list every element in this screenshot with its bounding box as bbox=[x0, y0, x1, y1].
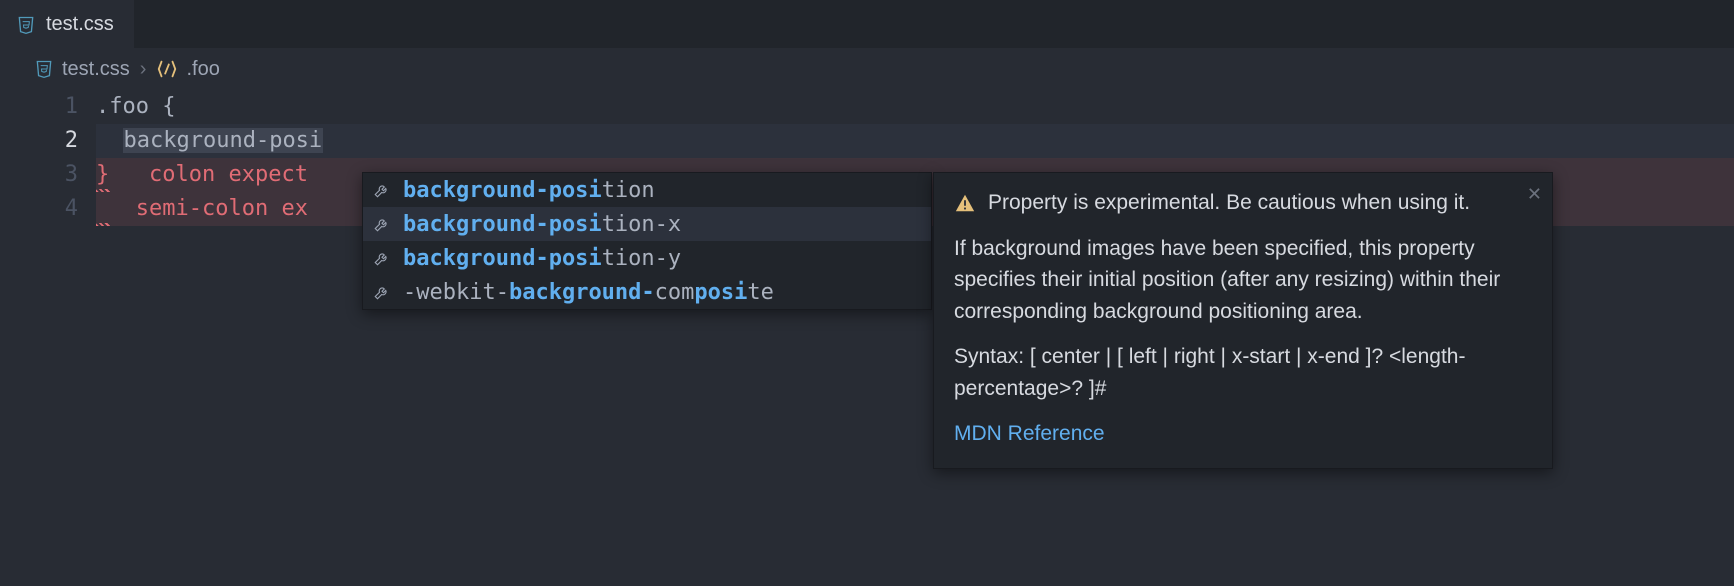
close-icon[interactable]: ✕ bbox=[1527, 181, 1542, 208]
wrench-icon bbox=[373, 283, 393, 301]
line-number: 1 bbox=[0, 90, 78, 124]
syntax-value: [ center | [ left | right | x-start | x-… bbox=[954, 345, 1465, 400]
error-hint: semi-colon ex bbox=[136, 196, 308, 221]
suggestion-label: background-position bbox=[403, 178, 655, 203]
tab-filename: test.css bbox=[46, 13, 114, 36]
suggestion-item[interactable]: background-position bbox=[363, 173, 931, 207]
suggestion-item[interactable]: background-position-x bbox=[363, 207, 931, 241]
breadcrumb-file-label: test.css bbox=[62, 58, 130, 81]
indent bbox=[96, 196, 136, 221]
css3-icon bbox=[16, 15, 36, 35]
warning-row: Property is experimental. Be cautious wh… bbox=[954, 187, 1532, 219]
syntax-label: Syntax: bbox=[954, 345, 1030, 368]
tab-bar: test.css bbox=[0, 0, 1734, 48]
css-class-icon bbox=[156, 58, 178, 80]
error-hint: colon expect bbox=[149, 162, 308, 187]
wrench-icon bbox=[373, 215, 393, 233]
typed-text: background-posi bbox=[123, 128, 324, 153]
breadcrumb-symbol[interactable]: .foo bbox=[156, 58, 219, 81]
css3-icon bbox=[34, 59, 54, 79]
doc-syntax: Syntax: [ center | [ left | right | x-st… bbox=[954, 341, 1532, 404]
suggestion-label: -webkit-background-composite bbox=[403, 280, 774, 305]
line-number-gutter: 1 2 3 4 bbox=[0, 90, 96, 226]
indent bbox=[96, 128, 123, 153]
code-line[interactable]: background-posi bbox=[96, 124, 1734, 158]
mdn-reference-link[interactable]: MDN Reference bbox=[954, 418, 1532, 450]
brace-close: } bbox=[96, 162, 109, 187]
error-squiggle-icon bbox=[96, 223, 110, 226]
warning-text: Property is experimental. Be cautious wh… bbox=[988, 187, 1470, 219]
code-line[interactable]: .foo { bbox=[96, 90, 1734, 124]
documentation-popup: ✕ Property is experimental. Be cautious … bbox=[933, 172, 1553, 469]
warning-icon bbox=[954, 192, 976, 214]
line-number: 3 bbox=[0, 158, 78, 192]
breadcrumb-symbol-label: .foo bbox=[186, 58, 219, 81]
wrench-icon bbox=[373, 181, 393, 199]
suggestion-label: background-position-y bbox=[403, 246, 681, 271]
tab-test-css[interactable]: test.css bbox=[0, 0, 134, 48]
css-selector: .foo bbox=[96, 94, 149, 119]
breadcrumb-file[interactable]: test.css bbox=[34, 58, 130, 81]
breadcrumb: test.css › .foo bbox=[0, 48, 1734, 90]
line-number: 4 bbox=[0, 192, 78, 226]
chevron-right-icon: › bbox=[140, 58, 147, 81]
suggestion-item[interactable]: background-position-y bbox=[363, 241, 931, 275]
brace-open: { bbox=[149, 94, 176, 119]
doc-description: If background images have been specified… bbox=[954, 233, 1532, 328]
wrench-icon bbox=[373, 249, 393, 267]
suggestion-label: background-position-x bbox=[403, 212, 681, 237]
line-number: 2 bbox=[0, 124, 78, 158]
indent bbox=[109, 162, 149, 187]
autocomplete-popup: background-position background-position-… bbox=[362, 172, 932, 310]
suggestion-item[interactable]: -webkit-background-composite bbox=[363, 275, 931, 309]
